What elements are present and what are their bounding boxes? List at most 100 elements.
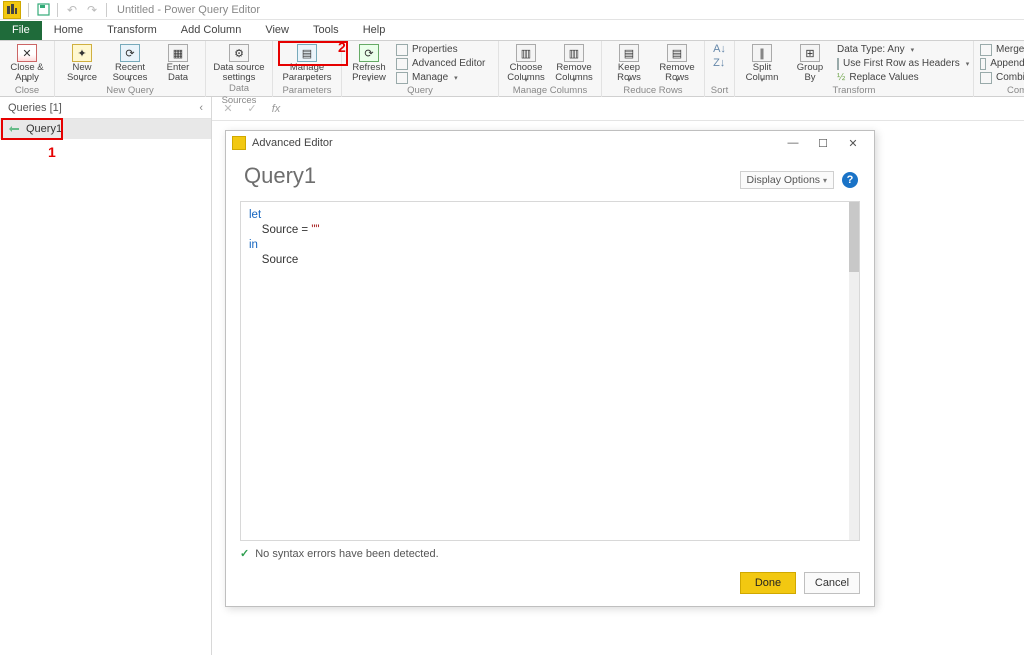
manage-button[interactable]: Manage▾ [396, 71, 492, 84]
dialog-title: Advanced Editor [252, 137, 333, 149]
code-editor[interactable]: let Source = "" in Source [241, 202, 849, 540]
group-by-button[interactable]: ⊞Group By [789, 43, 831, 83]
separator [57, 3, 58, 17]
queries-pane: Queries [1] ‹ Query1 [0, 97, 212, 655]
fx-icon[interactable]: fx [268, 101, 284, 117]
group-sort: A↓ Z↓ Sort [705, 41, 735, 97]
first-row-headers-button[interactable]: Use First Row as Headers▾ [837, 57, 967, 70]
advanced-editor-dialog: Advanced Editor — ☐ ✕ Query1 Display Opt… [225, 130, 875, 607]
syntax-status-text: No syntax errors have been detected. [255, 548, 438, 560]
collapse-icon[interactable]: ‹ [199, 102, 203, 114]
data-source-settings-button[interactable]: ⚙Data source settings [212, 43, 266, 83]
keep-rows-button[interactable]: ▤Keep Rows▾ [608, 43, 650, 83]
separator [106, 3, 107, 17]
manage-label: Manage [412, 72, 448, 83]
group-label: Manage Columns [513, 85, 587, 97]
group-transform: ∥Split Column▾ ⊞Group By Data Type: Any▾… [735, 41, 974, 97]
new-source-button[interactable]: ✦New Source▾ [61, 43, 103, 83]
formula-bar: ✕ ✓ fx [212, 97, 1024, 121]
window-title: Untitled - Power Query Editor [117, 4, 260, 16]
window-titlebar: ↶ ↷ Untitled - Power Query Editor [0, 0, 1024, 20]
help-icon[interactable]: ? [842, 172, 858, 188]
syntax-status: ✓ No syntax errors have been detected. [240, 547, 860, 560]
tab-transform[interactable]: Transform [95, 21, 169, 40]
group-label: New Query [106, 85, 154, 97]
ribbon: ✕Close & Apply▾ Close ✦New Source▾ ⟳Rece… [0, 41, 1024, 97]
group-parameters: ▤Manage Parameters▾ Parameters [273, 41, 342, 97]
group-label: Close [15, 85, 39, 97]
query-icon [8, 123, 20, 135]
scrollbar-thumb[interactable] [849, 202, 859, 272]
check-icon: ✓ [240, 547, 249, 560]
app-logo-icon [3, 1, 21, 19]
code-editor-wrap: let Source = "" in Source [240, 201, 860, 541]
tab-view[interactable]: View [253, 21, 301, 40]
group-data-sources: ⚙Data source settings Data Sources [206, 41, 273, 97]
advanced-editor-button[interactable]: Advanced Editor [396, 57, 492, 70]
choose-columns-button[interactable]: ▥Choose Columns▾ [505, 43, 547, 83]
first-row-headers-label: Use First Row as Headers [843, 58, 960, 69]
replace-values-label: Replace Values [849, 72, 918, 83]
recent-sources-button[interactable]: ⟳Recent Sources▾ [109, 43, 151, 83]
properties-label: Properties [412, 44, 458, 55]
done-button[interactable]: Done [740, 572, 796, 594]
group-combine: Merge Queries▾ Append Queries▾ Combine F… [974, 41, 1024, 97]
group-label: Parameters [282, 85, 331, 97]
fb-confirm-icon[interactable]: ✓ [244, 101, 260, 117]
enter-data-button[interactable]: ▦Enter Data [157, 43, 199, 83]
tab-file[interactable]: File [0, 21, 42, 40]
advanced-editor-label: Advanced Editor [412, 58, 485, 69]
chevron-down-icon: ▾ [823, 176, 827, 185]
group-manage-columns: ▥Choose Columns▾ ▥Remove Columns▾ Manage… [499, 41, 602, 97]
replace-values-button[interactable]: ½Replace Values [837, 71, 967, 84]
sort-asc-button[interactable]: A↓ [713, 43, 726, 55]
close-apply-button[interactable]: ✕Close & Apply▾ [6, 43, 48, 83]
cancel-button[interactable]: Cancel [804, 572, 860, 594]
tab-tools[interactable]: Tools [301, 21, 351, 40]
tab-help[interactable]: Help [351, 21, 398, 40]
done-label: Done [755, 577, 781, 589]
append-queries-label: Append Queries [990, 58, 1024, 69]
dialog-titlebar: Advanced Editor — ☐ ✕ [226, 131, 874, 155]
combine-files-label: Combine Files [996, 72, 1024, 83]
dialog-logo-icon [232, 136, 246, 150]
merge-queries-label: Merge Queries [996, 44, 1024, 55]
group-label: Sort [711, 85, 728, 97]
query-name: Query1 [26, 123, 62, 135]
split-column-button[interactable]: ∥Split Column▾ [741, 43, 783, 83]
display-options-label: Display Options [747, 174, 821, 186]
query-list-item[interactable]: Query1 [0, 119, 211, 139]
append-queries-button[interactable]: Append Queries▾ [980, 57, 1024, 70]
group-label: Reduce Rows [623, 85, 682, 97]
redo-icon[interactable]: ↷ [84, 2, 100, 18]
remove-columns-button[interactable]: ▥Remove Columns▾ [553, 43, 595, 83]
tab-home[interactable]: Home [42, 21, 95, 40]
queries-header[interactable]: Queries [1] ‹ [0, 97, 211, 119]
refresh-preview-button[interactable]: ⟳Refresh Preview▾ [348, 43, 390, 83]
save-icon[interactable] [35, 2, 51, 18]
cancel-label: Cancel [815, 577, 849, 589]
group-label: Combine [1007, 85, 1024, 97]
close-icon[interactable]: ✕ [838, 133, 868, 153]
sort-desc-button[interactable]: Z↓ [713, 57, 725, 69]
fb-cancel-icon[interactable]: ✕ [220, 101, 236, 117]
merge-queries-button[interactable]: Merge Queries▾ [980, 43, 1024, 56]
separator [28, 3, 29, 17]
group-new-query: ✦New Source▾ ⟳Recent Sources▾ ▦Enter Dat… [55, 41, 206, 97]
ribbon-tabs: File Home Transform Add Column View Tool… [0, 20, 1024, 41]
combine-files-button[interactable]: Combine Files [980, 71, 1024, 84]
display-options-dropdown[interactable]: Display Options ▾ [740, 171, 834, 189]
dialog-footer: Done Cancel [226, 560, 874, 606]
data-type-button[interactable]: Data Type: Any▾ [837, 43, 967, 56]
tab-add-column[interactable]: Add Column [169, 21, 254, 40]
remove-rows-button[interactable]: ▤Remove Rows▾ [656, 43, 698, 83]
group-reduce-rows: ▤Keep Rows▾ ▤Remove Rows▾ Reduce Rows [602, 41, 705, 97]
undo-icon[interactable]: ↶ [64, 2, 80, 18]
queries-header-label: Queries [1] [8, 102, 62, 114]
maximize-icon[interactable]: ☐ [808, 133, 838, 153]
editor-scrollbar[interactable] [849, 202, 859, 540]
properties-button[interactable]: Properties [396, 43, 492, 56]
minimize-icon[interactable]: — [778, 133, 808, 153]
group-label: Transform [833, 85, 876, 97]
manage-parameters-button[interactable]: ▤Manage Parameters▾ [279, 43, 335, 83]
